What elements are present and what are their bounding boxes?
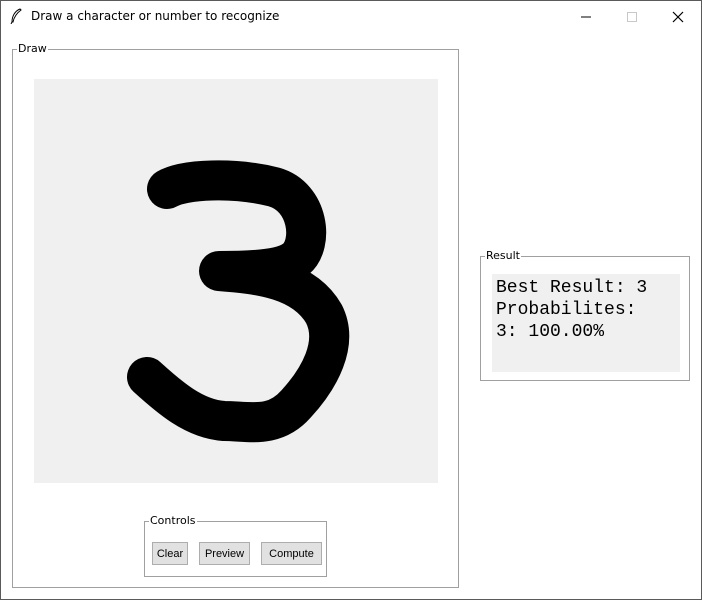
feather-icon [10, 8, 22, 24]
compute-button[interactable]: Compute [261, 542, 322, 565]
draw-group-label: Draw [17, 42, 48, 56]
probabilities-heading: Probabilites: [496, 300, 637, 320]
close-button[interactable] [655, 1, 701, 32]
draw-group: Draw Controls Clear Preview Compute [12, 42, 459, 588]
controls-group-label: Controls [149, 514, 197, 528]
clear-button[interactable]: Clear [152, 542, 188, 565]
minimize-button[interactable] [563, 1, 609, 32]
drawn-digit-stroke [127, 160, 350, 443]
result-group-label: Result [485, 249, 521, 263]
maximize-icon [627, 11, 637, 22]
minimize-icon [581, 16, 591, 17]
maximize-button[interactable] [609, 1, 655, 32]
result-text: Best Result: 3 Probabilites: 3: 100.00% [492, 274, 680, 372]
window-title: Draw a character or number to recognize [31, 9, 280, 23]
controls-group: Controls Clear Preview Compute [144, 514, 327, 577]
title-bar[interactable]: Draw a character or number to recognize [1, 1, 701, 32]
app-window: Draw a character or number to recognize … [0, 0, 702, 600]
close-icon [672, 11, 684, 22]
preview-button[interactable]: Preview [199, 542, 250, 565]
best-result-line: Best Result: 3 [496, 278, 648, 298]
result-group: Result Best Result: 3 Probabilites: 3: 1… [480, 249, 690, 381]
drawing-canvas[interactable] [34, 79, 438, 483]
probability-line: 3: 100.00% [496, 322, 605, 342]
